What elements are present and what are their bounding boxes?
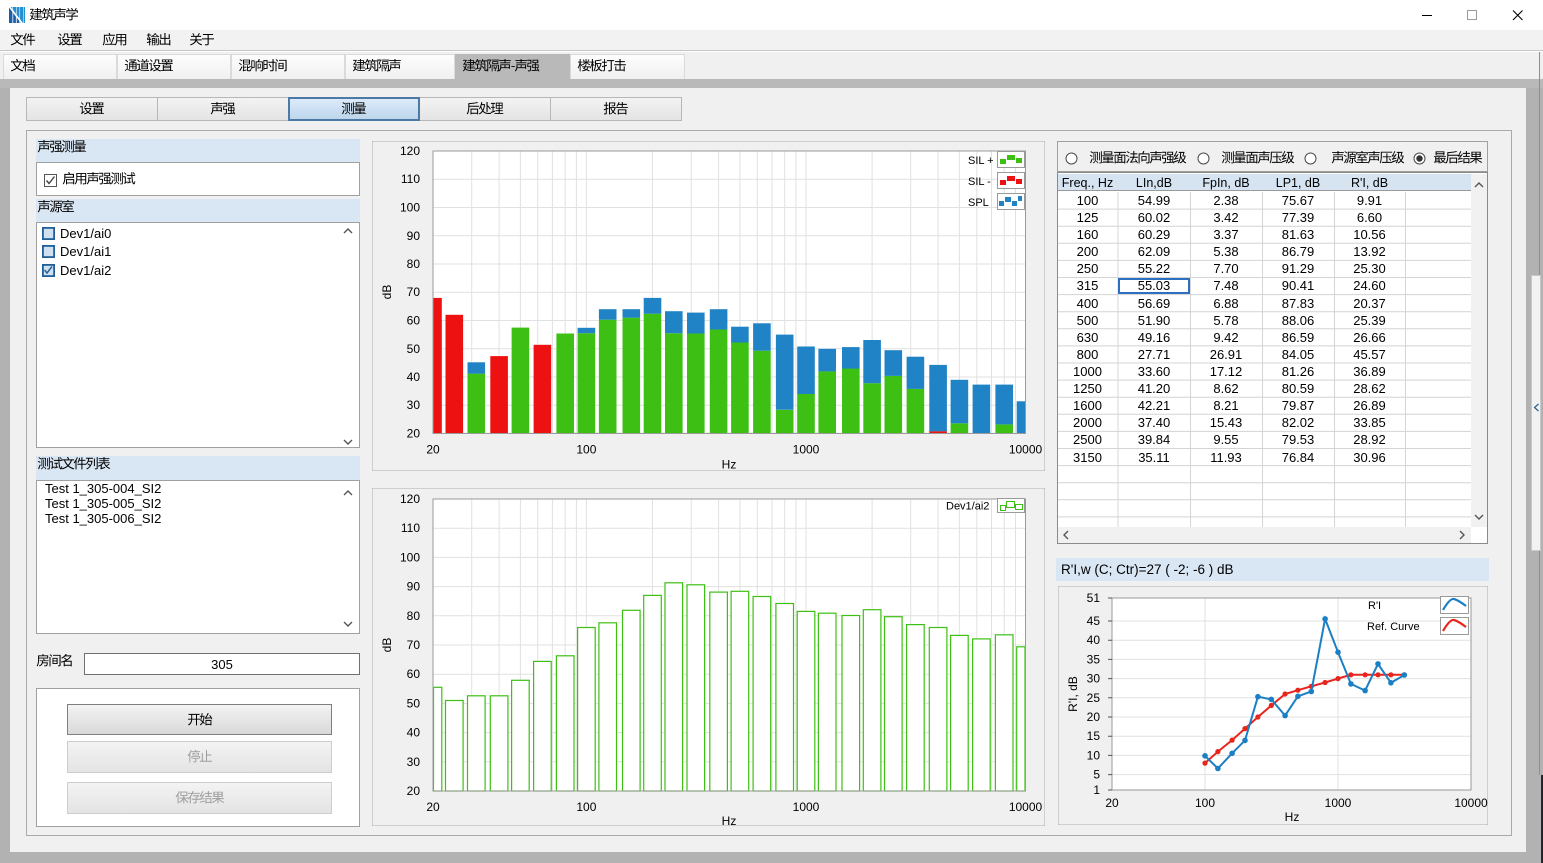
svg-text:100: 100 bbox=[400, 201, 420, 215]
svg-text:25: 25 bbox=[1087, 691, 1101, 705]
svg-text:100: 100 bbox=[1195, 796, 1215, 810]
svg-text:Hz: Hz bbox=[1285, 810, 1300, 824]
svg-text:Ref. Curve: Ref. Curve bbox=[1367, 621, 1420, 633]
svg-text:120: 120 bbox=[400, 144, 420, 158]
svg-text:SIL -: SIL - bbox=[968, 176, 991, 188]
svg-text:120: 120 bbox=[400, 492, 420, 506]
svg-text:30: 30 bbox=[1087, 672, 1101, 686]
svg-text:51: 51 bbox=[1087, 591, 1101, 605]
svg-text:100: 100 bbox=[400, 550, 420, 564]
svg-text:R'I: R'I bbox=[1368, 600, 1381, 612]
svg-text:60: 60 bbox=[407, 314, 421, 328]
svg-text:90: 90 bbox=[407, 580, 421, 594]
svg-text:5: 5 bbox=[1093, 768, 1100, 782]
svg-text:110: 110 bbox=[401, 172, 420, 186]
svg-text:90: 90 bbox=[407, 229, 421, 243]
svg-text:100: 100 bbox=[576, 443, 596, 457]
svg-text:35: 35 bbox=[1087, 652, 1101, 666]
svg-text:1: 1 bbox=[1093, 783, 1100, 797]
svg-text:30: 30 bbox=[407, 398, 421, 412]
svg-text:SPL: SPL bbox=[968, 197, 989, 209]
svg-text:Hz: Hz bbox=[722, 814, 737, 826]
svg-text:50: 50 bbox=[407, 696, 421, 710]
svg-text:dB: dB bbox=[380, 638, 394, 653]
svg-text:1000: 1000 bbox=[793, 800, 820, 814]
svg-text:Dev1/ai2: Dev1/ai2 bbox=[946, 501, 989, 513]
svg-text:dB: dB bbox=[380, 285, 394, 300]
svg-text:Hz: Hz bbox=[722, 458, 737, 472]
svg-text:30: 30 bbox=[407, 755, 421, 769]
svg-text:10000: 10000 bbox=[1009, 443, 1043, 457]
svg-text:70: 70 bbox=[407, 638, 421, 652]
svg-text:1000: 1000 bbox=[1325, 796, 1352, 810]
svg-text:20: 20 bbox=[1105, 796, 1119, 810]
svg-text:70: 70 bbox=[407, 285, 421, 299]
svg-text:20: 20 bbox=[1087, 710, 1101, 724]
svg-text:40: 40 bbox=[1087, 633, 1101, 647]
svg-text:80: 80 bbox=[407, 609, 421, 623]
svg-text:20: 20 bbox=[407, 427, 421, 441]
svg-text:110: 110 bbox=[401, 521, 420, 535]
svg-text:20: 20 bbox=[407, 784, 421, 798]
svg-text:15: 15 bbox=[1087, 729, 1101, 743]
svg-text:SIL +: SIL + bbox=[968, 155, 994, 167]
svg-text:40: 40 bbox=[407, 726, 421, 740]
svg-text:60: 60 bbox=[407, 667, 421, 681]
svg-text:20: 20 bbox=[426, 443, 440, 457]
svg-text:50: 50 bbox=[407, 342, 421, 356]
svg-text:20: 20 bbox=[426, 800, 440, 814]
svg-text:80: 80 bbox=[407, 257, 421, 271]
svg-text:R'I, dB: R'I, dB bbox=[1066, 676, 1080, 712]
svg-text:10: 10 bbox=[1087, 748, 1101, 762]
svg-text:1000: 1000 bbox=[793, 443, 820, 457]
svg-text:10000: 10000 bbox=[1009, 800, 1043, 814]
svg-text:100: 100 bbox=[576, 800, 596, 814]
svg-text:40: 40 bbox=[407, 370, 421, 384]
svg-text:45: 45 bbox=[1087, 614, 1101, 628]
svg-text:10000: 10000 bbox=[1454, 796, 1488, 810]
